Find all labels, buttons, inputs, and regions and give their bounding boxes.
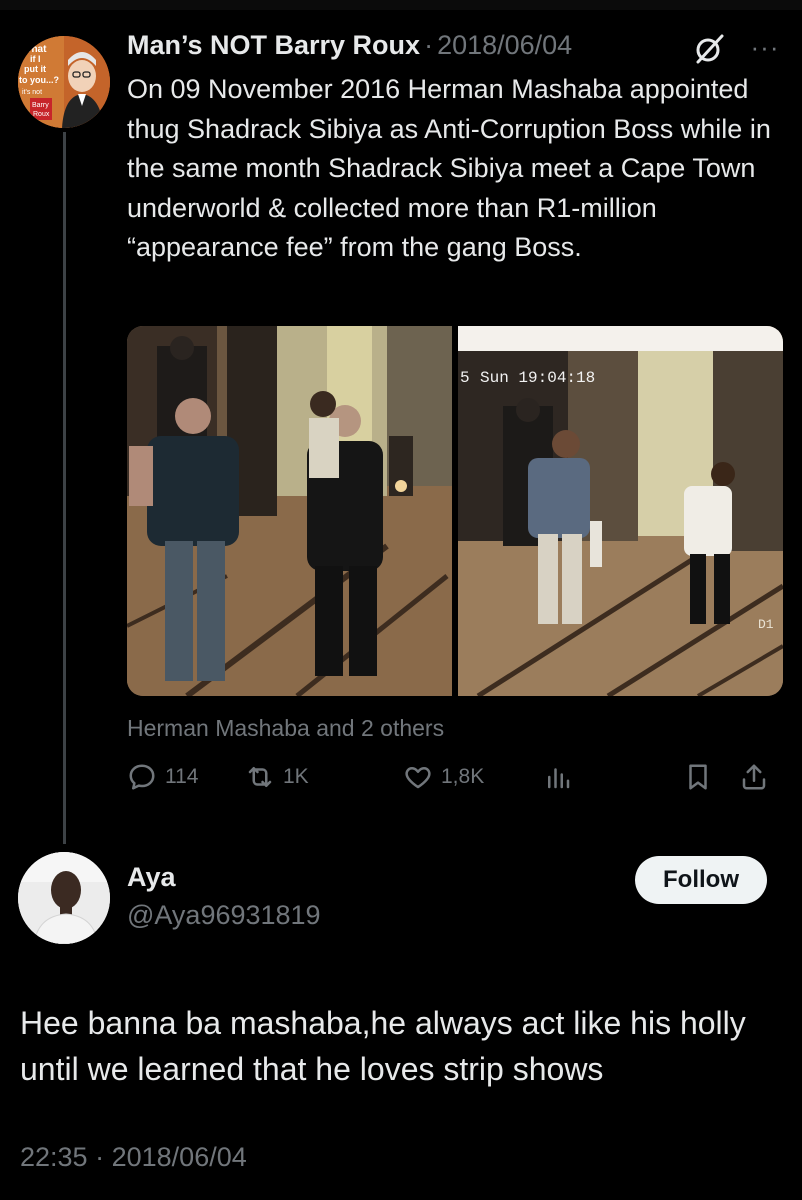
heart-icon (405, 767, 431, 789)
tweet-date[interactable]: 2018/06/04 (437, 30, 572, 61)
avatar-text-put: put it (24, 64, 46, 74)
avatar-text-barry: Barry (32, 102, 49, 109)
cartoon-lawyer-avatar-image: What if I put it to you...? it's not Bar… (18, 36, 110, 128)
top-status-strip (0, 0, 802, 10)
cctv-photo-left[interactable] (127, 326, 452, 696)
avatar-text-its-not: it's not (22, 89, 42, 96)
original-tweet[interactable]: Man’s NOT Barry Roux · 2018/06/04 ··· On… (127, 30, 787, 268)
tagged-people-text[interactable]: Herman Mashaba and 2 others (127, 715, 444, 742)
repost-button[interactable]: 1K (245, 762, 309, 792)
like-button[interactable]: 1,8K (403, 762, 484, 792)
follow-button[interactable]: Follow (635, 856, 767, 904)
thread-connector-line (63, 132, 66, 844)
views-button[interactable] (543, 762, 581, 792)
cctv-photo-right[interactable]: 5 Sun 19:04:18 D1 (458, 326, 783, 696)
author-name[interactable]: Man’s NOT Barry Roux (127, 30, 420, 61)
reply-avatar-photo (18, 852, 110, 944)
tweet-text: On 09 November 2016 Herman Mashaba appoi… (127, 74, 771, 262)
share-button[interactable] (739, 762, 777, 792)
tweet-actions: 114 1K 1,8K (127, 762, 783, 802)
reply-time[interactable]: 22:35 (20, 1142, 88, 1172)
grok-icon[interactable] (693, 32, 727, 66)
reply-timestamp: 22:35 · 2018/06/04 (20, 1142, 247, 1173)
avatar-text-to-you: to you...? (19, 75, 59, 85)
more-options-icon[interactable]: ··· (745, 32, 785, 66)
avatar-text-roux: Roux (33, 111, 50, 118)
cctv-image-left (127, 326, 452, 696)
reply-date[interactable]: 2018/06/04 (112, 1142, 247, 1172)
tweet-media[interactable]: 5 Sun 19:04:18 D1 (127, 326, 783, 696)
header-separator: · (424, 30, 434, 60)
avatar-text-if: if I (30, 54, 41, 64)
reply-author-avatar[interactable] (18, 852, 110, 944)
cctv-camera-label: D1 (758, 617, 774, 632)
bookmark-icon (689, 764, 707, 790)
share-icon (742, 764, 766, 790)
repost-icon (248, 767, 272, 787)
reply-text: Hee banna ba mashaba,he always act like … (20, 1005, 746, 1087)
reply-icon (129, 764, 155, 790)
reply-meta-separator: · (95, 1142, 105, 1172)
cctv-timestamp: Sun 19:04:18 (480, 369, 595, 387)
tagged-people[interactable]: Herman Mashaba and 2 others (127, 715, 444, 742)
reply-count: 114 (165, 765, 199, 788)
reply-author-name[interactable]: Aya (127, 862, 176, 893)
reply-author-handle[interactable]: @Aya96931819 (127, 900, 321, 931)
cctv-image-right: 5 Sun 19:04:18 D1 (458, 326, 783, 696)
tweet-header: Man’s NOT Barry Roux · 2018/06/04 (127, 30, 787, 70)
reply-button[interactable]: 114 (127, 762, 198, 792)
bookmark-button[interactable] (683, 762, 721, 792)
views-chart-icon (548, 768, 570, 789)
repost-count: 1K (283, 765, 309, 788)
like-count: 1,8K (441, 765, 485, 788)
author-avatar[interactable]: What if I put it to you...? it's not Bar… (18, 36, 110, 128)
cctv-timestamp-prefix: 5 (460, 369, 470, 387)
